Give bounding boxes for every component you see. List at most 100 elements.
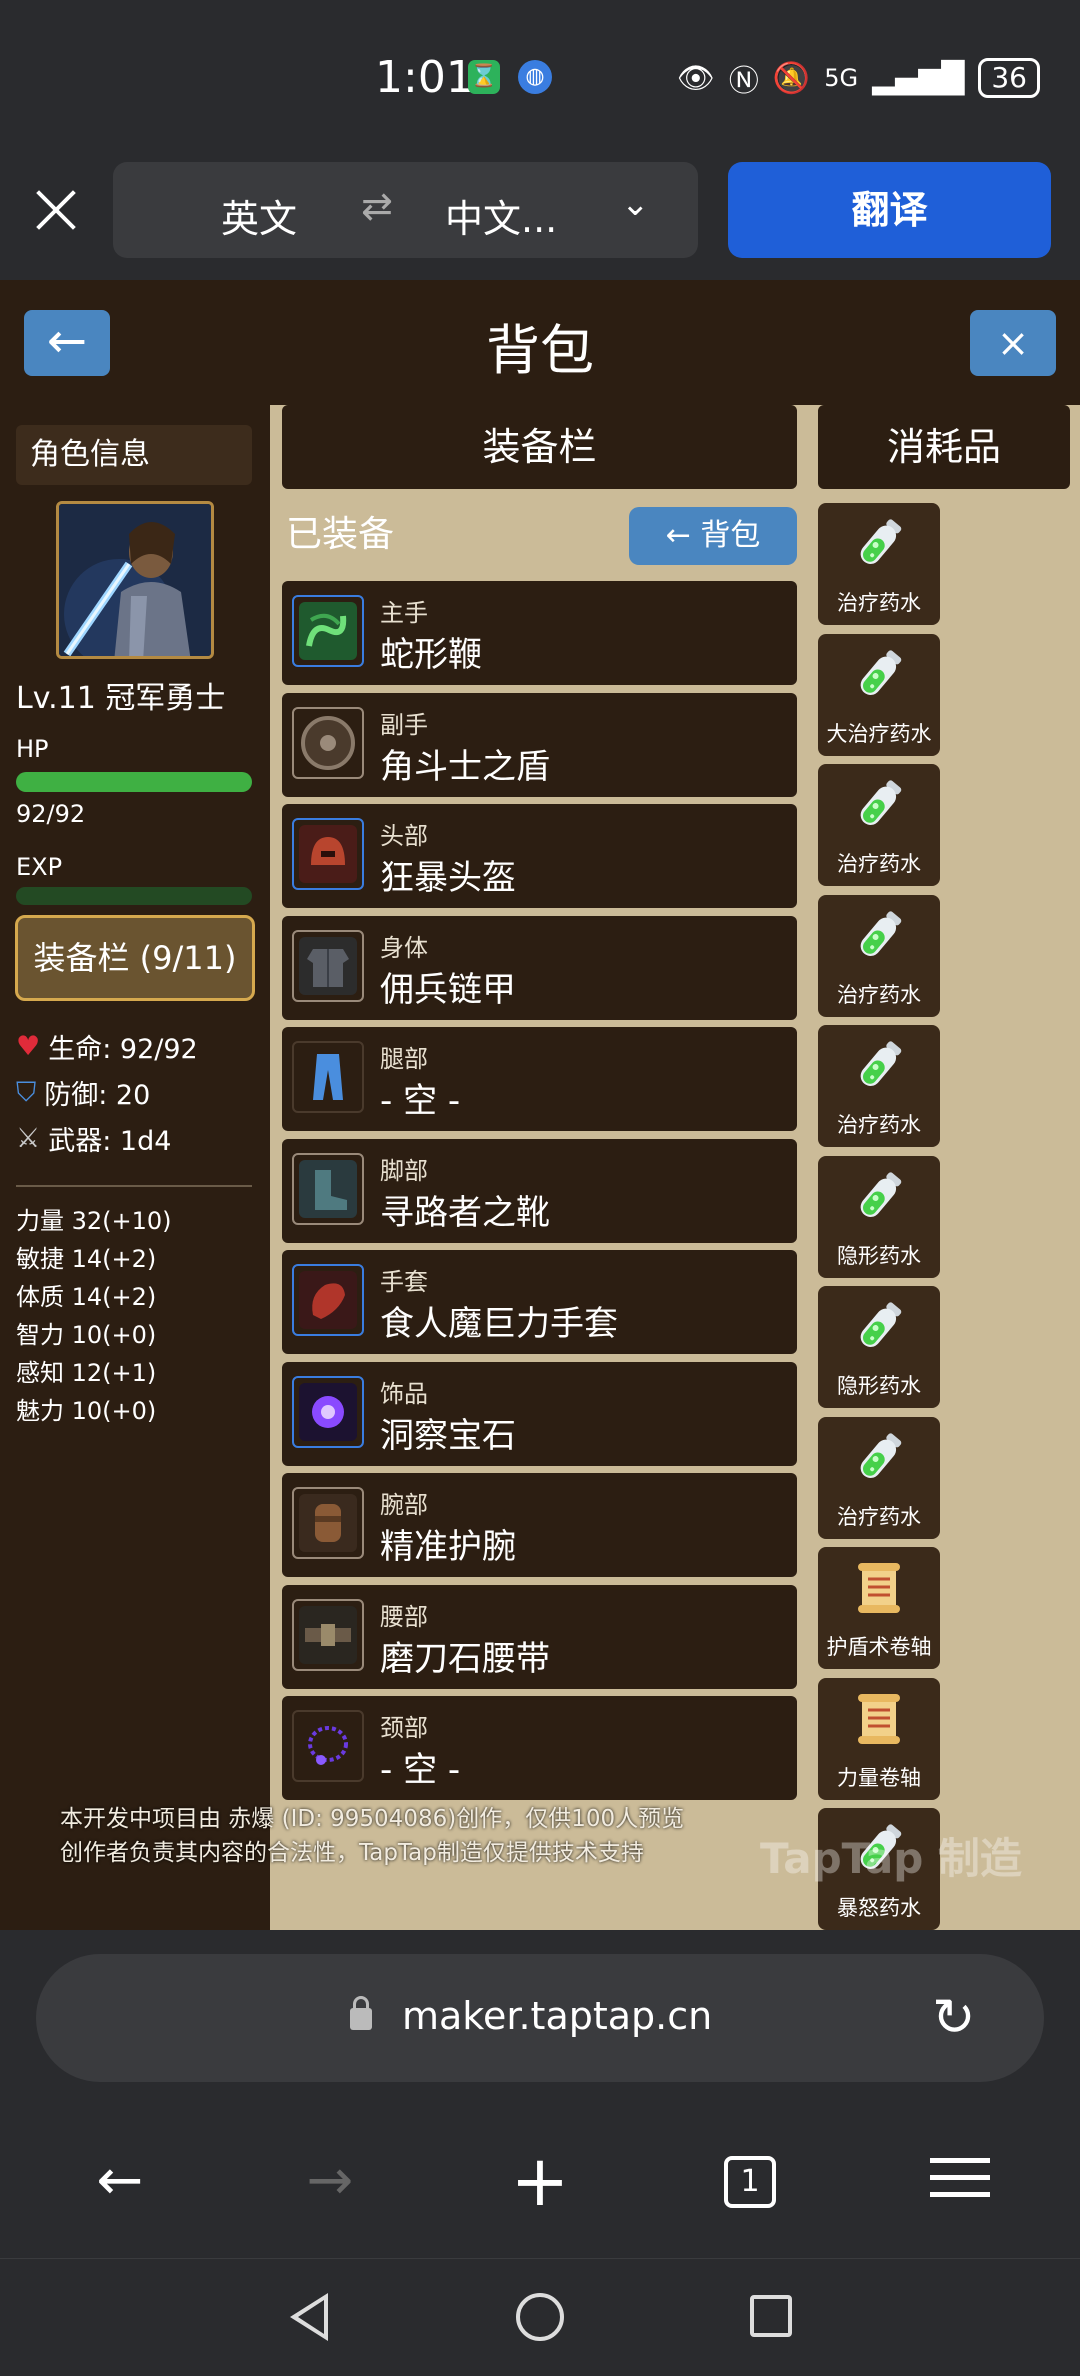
reload-icon[interactable]: ↻ [932, 1988, 976, 2048]
defense-value: 防御: 20 [44, 1080, 151, 1111]
consumable-item[interactable]: 治疗药水 [818, 764, 940, 886]
new-tab-icon[interactable]: + [500, 2146, 580, 2216]
system-navigation [0, 2258, 1080, 2376]
equipment-slot[interactable]: 腰部 磨刀石腰带 [282, 1584, 797, 1689]
pants-icon [292, 1041, 364, 1113]
equipment-slot[interactable]: 身体 佣兵链甲 [282, 915, 797, 1020]
slot-item-name: 蛇形鞭 [380, 635, 482, 675]
back-arrow-icon[interactable]: ← [80, 2146, 160, 2216]
consumable-label: 护盾术卷轴 [826, 1635, 932, 1659]
disclaimer-line: 本开发中项目由 赤爆 (ID: 99504086)创作，仅供100人预览 [60, 1806, 685, 1832]
slot-item-name: 寻路者之靴 [380, 1192, 550, 1233]
slot-item-name: 洞察宝石 [380, 1415, 516, 1456]
consumable-item[interactable]: 治疗药水 [818, 1416, 940, 1539]
language-selector[interactable]: 英文 ⇄ 中文... ⌄ [113, 162, 698, 258]
stat-weapon: ⚔ 武器: 1d4 [16, 1119, 171, 1158]
consumable-item[interactable]: 治疗药水 [818, 503, 940, 625]
consumable-label: 治疗药水 [837, 591, 921, 615]
signal-bars-icon: ▂▄▆█ [872, 60, 965, 96]
hp-bar-fill [16, 772, 252, 792]
shield-icon [292, 706, 364, 779]
whip-icon [292, 595, 364, 667]
consumable-item[interactable]: 治疗药水 [818, 894, 940, 1017]
slot-name: 脚部 [380, 1156, 428, 1185]
character-panel: 角色信息 Lv.11 冠军勇士 HP 92/92 EXP 装备栏 (9/11) … [0, 405, 270, 1930]
equipment-slot[interactable]: 头部 狂暴头盔 [282, 804, 797, 908]
potion-icon [848, 644, 910, 706]
bracer-icon [292, 1487, 364, 1559]
consumable-item[interactable]: 隐形药水 [818, 1155, 940, 1278]
slot-name: 腕部 [380, 1491, 428, 1519]
nfc-icon: Ⓝ [728, 64, 759, 99]
equipment-slot[interactable]: 主手 蛇形鞭 [282, 581, 797, 685]
slot-name: 身体 [380, 933, 428, 962]
scroll-icon [848, 1688, 910, 1750]
equipment-slot[interactable]: 饰品 洞察宝石 [282, 1361, 797, 1466]
mute-icon: 🔕 [772, 60, 811, 96]
chainmail-icon [292, 929, 364, 1002]
forward-arrow-icon[interactable]: → [290, 2146, 370, 2216]
consumable-label: 治疗药水 [837, 982, 921, 1007]
equipment-button[interactable]: 装备栏 (9/11) [15, 915, 255, 1001]
system-home-icon[interactable] [516, 2293, 564, 2341]
exp-label: EXP [16, 853, 63, 881]
equipment-slot[interactable]: 副手 角斗士之盾 [282, 692, 797, 797]
potion-icon [848, 513, 910, 575]
consumable-item[interactable]: 治疗药水 [818, 1025, 940, 1147]
close-icon[interactable] [34, 188, 78, 232]
target-language[interactable]: 中文... [445, 188, 557, 243]
potion-icon [848, 1427, 910, 1489]
chevron-down-icon[interactable]: ⌄ [621, 184, 650, 224]
scroll-icon [848, 1557, 910, 1619]
url-text[interactable]: maker.taptap.cn [402, 1994, 712, 2038]
tab-count-button[interactable]: 1 [724, 2156, 776, 2208]
status-bar: 1:01 ⌛ ◍ 👁 Ⓝ 🔕 5G ▂▄▆█ 36 [0, 0, 1080, 160]
disclaimer-line: 创作者负责其内容的合法性，TapTap制造仅提供技术支持 [60, 1840, 644, 1866]
helmet-icon [292, 818, 364, 890]
consumable-item[interactable]: 力量卷轴 [818, 1677, 940, 1800]
exp-bar [16, 887, 252, 905]
belt-icon [292, 1598, 364, 1671]
equipment-slot[interactable]: 手套 食人魔巨力手套 [282, 1250, 797, 1354]
attr-charisma: 魅力 10(+0) [16, 1397, 157, 1425]
slot-name: 腿部 [380, 1045, 428, 1073]
slot-item-name: 佣兵链甲 [380, 969, 516, 1010]
system-recents-icon[interactable] [750, 2295, 792, 2337]
translate-bar: 英文 ⇄ 中文... ⌄ 翻译 [0, 160, 1080, 280]
equipment-slot[interactable]: 颈部 - 空 - [282, 1696, 797, 1800]
menu-icon[interactable] [920, 2146, 1000, 2216]
gloves-icon [292, 1264, 364, 1336]
consumable-label: 大治疗药水 [826, 721, 932, 746]
consumable-label: 暴怒药水 [837, 1896, 921, 1920]
hp-bar [16, 772, 252, 792]
swap-icon[interactable]: ⇄ [361, 184, 393, 228]
equipment-slot[interactable]: 腿部 - 空 - [282, 1027, 797, 1131]
game-viewport: ← 背包 × 角色信息 Lv.11 冠军勇士 HP 92/92 EXP 装备栏 … [0, 280, 1080, 1930]
consumable-label: 治疗药水 [837, 1113, 921, 1137]
taptap-watermark: TapTap 制造 [760, 1834, 1022, 1883]
equipment-header: 装备栏 [282, 405, 797, 489]
globe-icon: ◍ [518, 60, 552, 94]
heart-icon: ♥ [16, 1031, 41, 1062]
weapon-value: 武器: 1d4 [48, 1126, 172, 1157]
close-button[interactable]: × [970, 310, 1056, 376]
back-to-bag-button[interactable]: ← 背包 [629, 507, 797, 565]
clock: 1:01 [375, 52, 474, 103]
system-back-icon[interactable] [290, 2293, 328, 2341]
equipment-slot[interactable]: 脚部 寻路者之靴 [282, 1138, 797, 1243]
hp-value: 92/92 [16, 800, 86, 828]
character-info-tab[interactable]: 角色信息 [16, 425, 252, 485]
consumable-label: 力量卷轴 [837, 1765, 921, 1790]
url-field[interactable]: maker.taptap.cn ↻ [36, 1954, 1044, 2082]
source-language[interactable]: 英文 [221, 188, 297, 243]
page-title: 背包 [486, 319, 594, 382]
slot-item-name: 角斗士之盾 [380, 746, 550, 787]
consumable-item[interactable]: 大治疗药水 [818, 633, 940, 756]
slot-item-name: 狂暴头盔 [380, 858, 516, 898]
potion-icon [848, 1166, 910, 1228]
translate-button[interactable]: 翻译 [728, 162, 1051, 258]
consumable-item[interactable]: 护盾术卷轴 [818, 1547, 940, 1669]
consumable-item[interactable]: 隐形药水 [818, 1286, 940, 1408]
attr-wisdom: 感知 12(+1) [16, 1359, 157, 1387]
equipment-slot[interactable]: 腕部 精准护腕 [282, 1473, 797, 1577]
